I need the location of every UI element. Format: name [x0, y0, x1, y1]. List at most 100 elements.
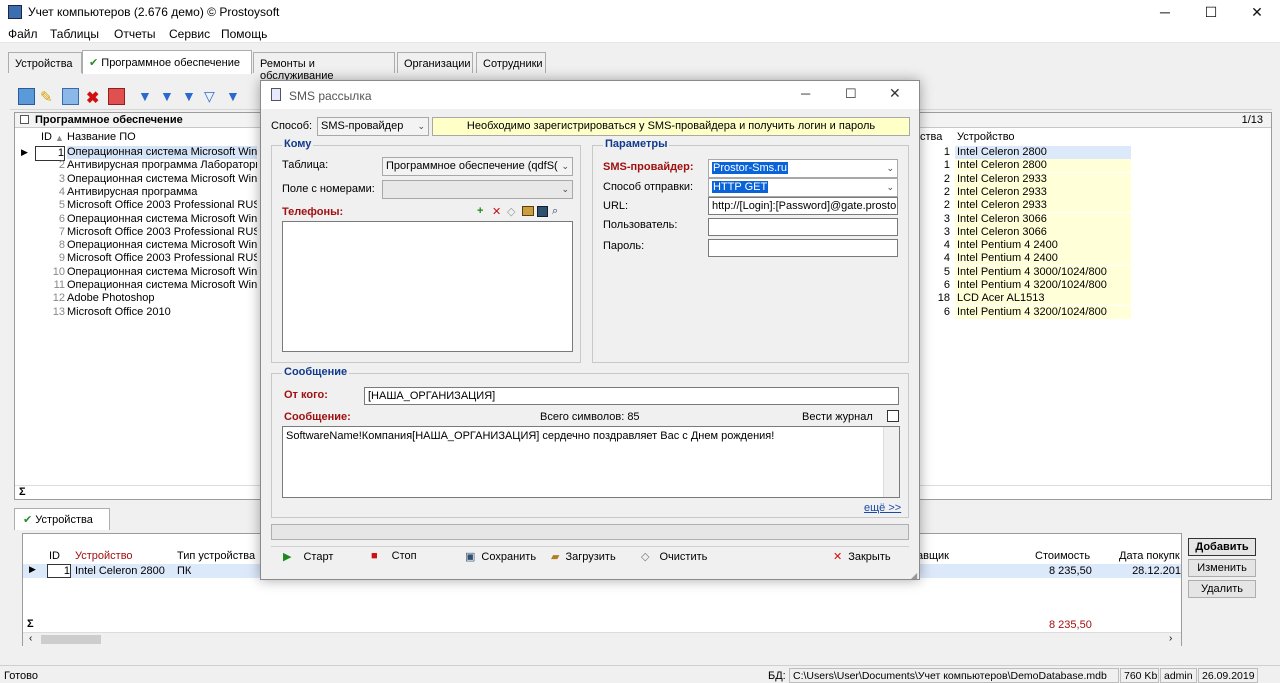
cell-cost: 8 235,50 [1049, 565, 1092, 577]
cell-id: 5 [58, 199, 65, 212]
start-button[interactable]: ▶ Старт [283, 550, 333, 568]
col-cost[interactable]: Стоимость [1035, 550, 1090, 562]
tab-software-label: Программное обеспечение [101, 57, 240, 69]
load-button[interactable]: ▰ Загрузить [551, 550, 616, 568]
clear-button[interactable]: ◇ Очистить [641, 550, 707, 568]
app-icon [8, 5, 22, 19]
menu-reports[interactable]: Отчеты [114, 27, 155, 41]
collapse-icon[interactable] [20, 115, 29, 124]
col-supplier[interactable]: авщик [917, 550, 949, 562]
log-checkbox[interactable] [887, 410, 899, 422]
send-method-select[interactable]: HTTP GET ⌄ [708, 178, 898, 197]
open-folder-icon[interactable] [522, 206, 534, 216]
add-button[interactable]: Добавить [1188, 538, 1256, 556]
tab-software[interactable]: ✔ Программное обеспечение [82, 50, 252, 74]
add-phone-icon[interactable]: + [477, 205, 490, 218]
stop-button[interactable]: ■ Стоп [371, 550, 417, 568]
col-device[interactable]: Устройство [957, 131, 1015, 143]
cell-name: Антивирусная программа [67, 185, 198, 198]
scroll-left-icon[interactable]: ‹ [29, 633, 32, 644]
save-icon[interactable] [537, 206, 548, 217]
save-button[interactable]: ▣ Сохранить [465, 550, 536, 568]
menu-file[interactable]: Файл [8, 27, 38, 41]
col-type[interactable]: Тип устройства [177, 550, 255, 562]
table-select[interactable]: Программное обеспечение (qdfS(⌄ [382, 157, 573, 176]
sigma-icon: Σ [19, 486, 26, 498]
dialog-close-button[interactable]: ✕ [889, 85, 901, 102]
tab-bottom-devices[interactable]: ✔ Устройства [14, 508, 110, 530]
phones-list[interactable] [282, 221, 573, 352]
tab-organizations[interactable]: Организации [397, 52, 473, 73]
tab-devices[interactable]: Устройства [8, 52, 82, 73]
db-label: БД: [768, 670, 786, 682]
menu-tables[interactable]: Таблицы [50, 27, 99, 41]
from-field[interactable]: [НАША_ОРГАНИЗАЦИЯ] [364, 387, 899, 405]
from-label: От кого: [284, 389, 328, 401]
scroll-right-icon[interactable]: › [1169, 633, 1172, 644]
char-count: Всего символов: 85 [540, 411, 640, 423]
user-field[interactable] [708, 218, 898, 236]
cell-qty: 3 [943, 212, 950, 225]
dialog-maximize-button[interactable]: ☐ [845, 86, 857, 102]
eraser-icon[interactable]: ◇ [507, 205, 515, 218]
eraser-icon: ◇ [641, 551, 650, 563]
maximize-button[interactable]: ☐ [1188, 0, 1234, 24]
tab-employees[interactable]: Сотрудники [476, 52, 546, 73]
copy-icon[interactable] [62, 88, 79, 105]
save-icon: ▣ [465, 551, 476, 563]
filter-remove-icon[interactable]: ▼ [160, 88, 177, 105]
url-field[interactable]: http://[Login]:[Password]@gate.prostor [708, 197, 898, 215]
password-field[interactable] [708, 239, 898, 257]
menu-help[interactable]: Помощь [221, 27, 267, 41]
stop-icon: ■ [371, 550, 378, 562]
edit-button[interactable]: Изменить [1188, 559, 1256, 577]
tab-bottom-label: Устройства [35, 514, 93, 526]
vertical-scrollbar[interactable] [883, 427, 899, 497]
scroll-thumb[interactable] [41, 635, 101, 644]
tab-repairs[interactable]: Ремонты и обслуживание [253, 52, 395, 82]
phones-toolbar: + ✕ ◇ ⌕ [477, 205, 573, 219]
provider-select[interactable]: Prostor-Sms.ru ⌄ [708, 159, 898, 178]
sum-cost: 8 235,50 [1049, 619, 1092, 631]
method-value: SMS-провайдер [321, 120, 404, 132]
filter-search-icon[interactable]: ▼ [226, 88, 243, 105]
add-record-icon[interactable] [18, 88, 35, 105]
menu-service[interactable]: Сервис [169, 27, 210, 41]
col-date[interactable]: Дата покупк [1119, 550, 1181, 562]
search-icon[interactable]: ⌕ [552, 205, 558, 218]
edit-icon[interactable]: ✎ [40, 88, 57, 106]
minimize-button[interactable]: ─ [1142, 0, 1188, 24]
user-label: Пользователь: [603, 219, 678, 231]
delete-phone-icon[interactable]: ✕ [492, 205, 501, 218]
delete-icon[interactable]: ✖ [86, 88, 103, 107]
user-name: admin [1160, 668, 1197, 683]
message-text[interactable]: SoftwareName!Компания[НАША_ОРГАНИЗАЦИЯ] … [282, 426, 900, 498]
params-group: Параметры SMS-провайдер: Prostor-Sms.ru ⌄… [592, 138, 909, 363]
url-label: URL: [603, 200, 629, 212]
col-device[interactable]: Устройство [75, 550, 133, 562]
cell-name: Операционная система Microsoft Windo [67, 279, 257, 291]
close-dialog-button[interactable]: ✕ Закрыть [833, 550, 891, 568]
phone-field-select[interactable]: ⌄ [382, 180, 573, 199]
cell-id: 10 [52, 265, 65, 278]
col-qty[interactable]: ства [920, 131, 942, 143]
dialog-minimize-button[interactable]: ─ [801, 86, 810, 101]
menu-bar: Файл Таблицы Отчеты Сервис Помощь [0, 24, 1280, 43]
resize-grip-icon[interactable]: ◢ [911, 571, 917, 580]
col-name[interactable]: Название ПО [67, 131, 136, 143]
cell-id: 3 [58, 172, 65, 185]
cell-qty: 2 [943, 185, 950, 198]
close-button[interactable]: ✕ [1234, 0, 1280, 24]
delete-button[interactable]: Удалить [1188, 580, 1256, 598]
status-bar: Готово БД: C:\Users\User\Documents\Учет … [0, 665, 1280, 683]
filter-clear-icon[interactable]: ▼ [182, 88, 199, 105]
method-select[interactable]: SMS-провайдер ⌄ [317, 117, 429, 136]
col-id[interactable]: ID [49, 550, 60, 562]
col-id[interactable]: ID [41, 131, 52, 143]
delete-all-icon[interactable] [108, 88, 125, 105]
cell-id: 6 [58, 212, 65, 225]
filter-icon[interactable]: ▼ [138, 88, 155, 105]
filter-edit-icon[interactable]: ▽ [204, 88, 221, 105]
horizontal-scrollbar[interactable]: ‹ › [23, 632, 1181, 646]
more-link[interactable]: ещё >> [864, 502, 901, 514]
